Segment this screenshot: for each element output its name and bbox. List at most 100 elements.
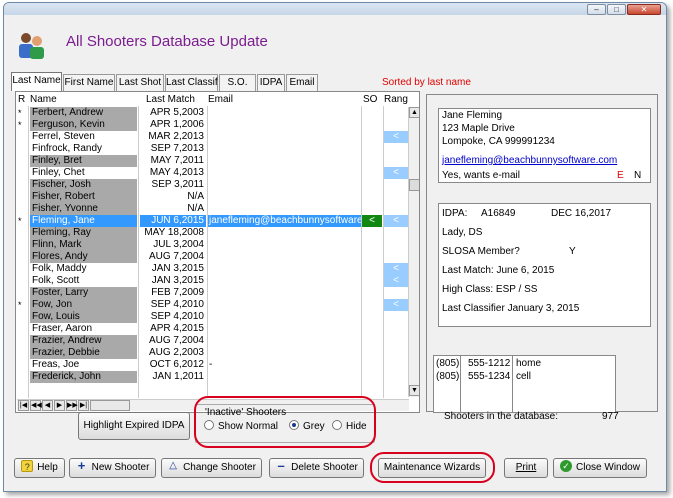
- phone-type: cell: [516, 371, 532, 382]
- row-last-match: JAN 3,2015: [151, 263, 204, 274]
- nav-next-icon[interactable]: ▶: [54, 400, 65, 411]
- address-card: Jane Fleming 123 Maple Drive Lompoke, CA…: [438, 108, 651, 183]
- highlight-ring: [194, 396, 376, 448]
- row-last-match: MAY 18,2008: [144, 227, 204, 238]
- page-title: All Shooters Database Update: [66, 33, 268, 50]
- col-header-email[interactable]: Email: [208, 94, 233, 105]
- delete-shooter-button[interactable]: – Delete Shooter: [269, 458, 364, 478]
- col-header-so[interactable]: SO: [363, 94, 377, 105]
- vertical-scrollbar[interactable]: ▲ ▼: [408, 107, 419, 397]
- email-flag-e[interactable]: E: [617, 170, 624, 181]
- col-header-rang[interactable]: Rang: [384, 94, 408, 105]
- nav-prev-page-icon[interactable]: ◀◀: [30, 400, 42, 411]
- close-window-button[interactable]: ✓ Close Window: [553, 458, 647, 478]
- row-rang: [384, 239, 408, 251]
- tab-last-shot[interactable]: Last Shot: [116, 74, 164, 91]
- table-row[interactable]: * Fow, Jon SEP 4,2010 <: [16, 299, 411, 311]
- scroll-down-icon[interactable]: ▼: [409, 385, 419, 396]
- table-row[interactable]: Flores, Andy AUG 7,2004: [16, 251, 411, 263]
- row-last-match: MAR 2,2013: [148, 131, 204, 142]
- scroll-thumb[interactable]: [409, 179, 419, 191]
- highlight-expired-idpa-button[interactable]: Highlight Expired IDPA: [78, 412, 190, 440]
- row-so: [362, 323, 382, 335]
- table-row[interactable]: Freas, Joe OCT 6,2012-: [16, 359, 411, 371]
- change-shooter-button[interactable]: △ Change Shooter: [161, 458, 262, 478]
- nav-prev-icon[interactable]: ◀: [42, 400, 53, 411]
- row-last-match: JUN 6,2015: [140, 215, 206, 227]
- row-rang: [384, 227, 408, 239]
- table-row[interactable]: Fleming, Ray MAY 18,2008: [16, 227, 411, 239]
- row-name: Fow, Jon: [30, 299, 137, 311]
- nav-next-page-icon[interactable]: ▶▶: [66, 400, 78, 411]
- print-button[interactable]: Print: [504, 458, 548, 478]
- table-row[interactable]: Fisher, Yvonne N/A: [16, 203, 411, 215]
- tab-email[interactable]: Email: [286, 74, 318, 91]
- row-marker: *: [18, 108, 22, 118]
- row-name: Folk, Scott: [32, 275, 80, 286]
- row-last-match: AUG 7,2004: [148, 335, 204, 346]
- table-row[interactable]: Folk, Maddy JAN 3,2015 <: [16, 263, 411, 275]
- table-row[interactable]: Flinn, Mark JUL 3,2004: [16, 239, 411, 251]
- row-rang: [384, 191, 408, 203]
- table-row[interactable]: Foster, Larry FEB 7,2009: [16, 287, 411, 299]
- horizontal-scroll-thumb[interactable]: [90, 400, 130, 411]
- col-header-name[interactable]: Name: [30, 94, 57, 105]
- row-name: Frazier, Andrew: [30, 335, 137, 347]
- row-so: [362, 251, 382, 263]
- row-rang: <: [384, 215, 408, 227]
- row-last-match: APR 4,2015: [150, 323, 204, 334]
- main-content: All Shooters Database Update Last Name Fi…: [8, 15, 662, 487]
- row-so: [362, 335, 382, 347]
- row-rang: [384, 155, 408, 167]
- col-header-last-match[interactable]: Last Match: [146, 94, 195, 105]
- table-row[interactable]: * Ferbert, Andrew APR 5,2003: [16, 107, 411, 119]
- row-rang: [384, 335, 408, 347]
- nav-first-icon[interactable]: |◀: [18, 400, 29, 411]
- row-email: -: [209, 359, 213, 370]
- email-flag-n[interactable]: N: [634, 170, 641, 181]
- close-window-label: Close Window: [576, 462, 640, 473]
- table-row[interactable]: Frederick, John JAN 1,2011: [16, 371, 411, 383]
- table-row[interactable]: Fisher, Robert N/A: [16, 191, 411, 203]
- table-row[interactable]: Finley, Chet MAY 4,2013 <: [16, 167, 411, 179]
- row-last-match: APR 1,2006: [150, 119, 204, 130]
- table-row[interactable]: Fischer, Josh SEP 3,2011: [16, 179, 411, 191]
- row-last-match: FEB 7,2009: [151, 287, 204, 298]
- col-header-r[interactable]: R: [18, 94, 25, 105]
- table-row[interactable]: Finley, Bret MAY 7,2011: [16, 155, 411, 167]
- detail-email-link[interactable]: janefleming@beachbunnysoftware.com: [442, 155, 617, 166]
- tab-last-classif[interactable]: Last Classif: [165, 74, 218, 91]
- lady-field: Lady, DS: [442, 227, 483, 238]
- table-row[interactable]: Frazier, Andrew AUG 7,2004: [16, 335, 411, 347]
- table-row[interactable]: * Fleming, Jane JUN 6,2015 janefleming@beac…: [16, 215, 411, 227]
- tab-s-o[interactable]: S.O.: [219, 74, 256, 91]
- phone-number: 555-1212: [468, 358, 511, 369]
- row-so: [362, 311, 382, 323]
- minimize-icon[interactable]: –: [587, 4, 606, 15]
- close-icon[interactable]: ✕: [627, 4, 661, 15]
- table-row[interactable]: * Ferguson, Kevin APR 1,2006: [16, 119, 411, 131]
- new-shooter-button[interactable]: + New Shooter: [69, 458, 156, 478]
- app-logo-icon: [16, 31, 46, 59]
- tab-first-name[interactable]: First Name: [63, 74, 115, 91]
- table-row[interactable]: Finfrock, Randy SEP 7,2013: [16, 143, 411, 155]
- tab-idpa[interactable]: IDPA: [257, 74, 285, 91]
- tab-last-name[interactable]: Last Name: [11, 72, 62, 91]
- nav-last-icon[interactable]: ▶|: [78, 400, 89, 411]
- help-button[interactable]: ? Help: [14, 458, 65, 478]
- triangle-up-icon: △: [169, 460, 177, 472]
- table-row[interactable]: Fow, Louis SEP 4,2010: [16, 311, 411, 323]
- title-bar[interactable]: – □ ✕: [4, 3, 666, 15]
- sorted-by-label: Sorted by last name: [382, 77, 471, 88]
- table-row[interactable]: Fraser, Aaron APR 4,2015: [16, 323, 411, 335]
- table-row[interactable]: Frazier, Debbie AUG 2,2003: [16, 347, 411, 359]
- table-row[interactable]: Ferrel, Steven MAR 2,2013 <: [16, 131, 411, 143]
- table-row[interactable]: Folk, Scott JAN 3,2015 <: [16, 275, 411, 287]
- detail-last-classifier: Last Classifier January 3, 2015: [442, 303, 580, 314]
- shooters-grid[interactable]: R Name Last Match Email SO Rang * Ferbert…: [15, 91, 420, 413]
- row-name: Fischer, Josh: [30, 179, 137, 191]
- maximize-icon[interactable]: □: [607, 4, 626, 15]
- scroll-up-icon[interactable]: ▲: [409, 107, 419, 118]
- idpa-number: A16849: [481, 208, 516, 219]
- row-so: [362, 275, 382, 287]
